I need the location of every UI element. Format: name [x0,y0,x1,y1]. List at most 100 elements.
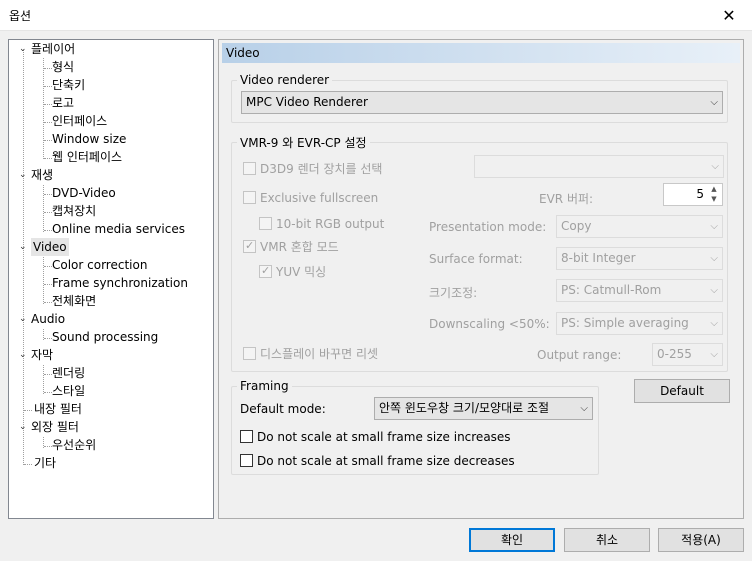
downscaling-select[interactable]: PS: Simple averaging ⌵ [556,312,723,335]
vmr-legend: VMR-9 와 EVR-CP 설정 [240,136,367,150]
tree-line [44,338,52,339]
checkbox-box [243,347,256,360]
close-icon[interactable]: ✕ [706,0,752,31]
tree-item-window-size[interactable]: Window size [52,130,126,148]
options-tree[interactable]: ⌄ 플레이어 형식 단축키 로고 인터페이스 Window size 웹 인터페… [8,39,214,519]
tree-line [44,230,52,231]
tree-line [44,212,52,213]
surface-format-select[interactable]: 8-bit Integer ⌵ [556,247,723,270]
tree-line [23,50,24,465]
tree-item-playback[interactable]: 재생 [31,166,53,184]
tree-item-internal-filters[interactable]: 내장 필터 [34,400,82,418]
tree-item-interface[interactable]: 인터페이스 [52,112,107,130]
tree-line [43,257,44,304]
evr-buffer-value: 5 [696,187,704,201]
tree-item-priority[interactable]: 우선순위 [52,436,96,454]
check-icon: ✓ [261,264,271,277]
no-scale-decrease-label: Do not scale at small frame size decreas… [257,454,515,468]
chevron-down-icon: ⌵ [710,253,718,264]
tree-line [44,122,52,123]
vmr-mix-checkbox[interactable]: ✓ VMR 혼합 모드 [243,239,339,255]
d3d9-checkbox[interactable]: D3D9 렌더 장치를 선택 [243,161,382,177]
rgb10-checkbox[interactable]: 10-bit RGB output [259,216,384,232]
tree-item-audio[interactable]: Audio [31,310,65,328]
chevron-down-icon: ⌵ [710,97,718,108]
collapse-icon[interactable]: ⌄ [19,243,28,252]
collapse-icon[interactable]: ⌄ [19,45,28,54]
resize-value: PS: Catmull-Rom [561,283,662,297]
checkbox-box [240,430,253,443]
apply-button[interactable]: 적용(A) [658,528,744,552]
tree-item-external-filters[interactable]: 외장 필터 [31,418,79,436]
output-range-select[interactable]: 0-255 ⌵ [652,343,723,366]
settings-panel: Video Video renderer MPC Video Renderer … [218,39,744,519]
tree-line [44,140,52,141]
exclusive-fullscreen-label: Exclusive fullscreen [260,191,379,205]
presentation-mode-value: Copy [561,219,592,233]
tree-line [43,58,44,159]
ok-button[interactable]: 확인 [469,528,555,552]
output-range-label: Output range: [537,348,622,362]
tree-item-fullscreen[interactable]: 전체화면 [52,292,96,310]
reset-on-display-change-checkbox[interactable]: 디스플레이 바꾸면 리셋 [243,346,378,362]
tree-item-frame-sync[interactable]: Frame synchronization [52,274,188,292]
collapse-icon[interactable]: ⌄ [19,171,28,180]
tree-line [44,392,52,393]
yuv-mix-checkbox[interactable]: ✓ YUV 믹싱 [259,264,326,280]
resize-label: 크기조정: [429,286,478,300]
default-button[interactable]: Default [634,379,730,403]
exclusive-fullscreen-checkbox[interactable]: Exclusive fullscreen [243,190,378,206]
default-mode-select[interactable]: 안쪽 윈도우창 크기/모양대로 조절 ⌵ [374,397,593,420]
checkbox-box: ✓ [259,264,272,278]
cancel-button[interactable]: 취소 [564,528,650,552]
tree-item-shortcuts[interactable]: 단축키 [52,76,85,94]
tree-line [44,68,52,69]
spin-down-icon[interactable]: ▼ [707,194,721,204]
chevron-down-icon: ⌵ [710,221,718,232]
tree-item-web-interface[interactable]: 웹 인터페이스 [52,148,122,166]
window-title: 옵션 [9,9,32,23]
checkbox-box [240,454,253,467]
tree-item-dvd-video[interactable]: DVD-Video [52,184,116,202]
downscaling-value: PS: Simple averaging [561,316,689,330]
yuv-mix-label: YUV 믹싱 [276,265,327,279]
tree-item-format[interactable]: 형식 [52,58,74,76]
tree-item-logo[interactable]: 로고 [52,94,74,112]
evr-buffer-stepper[interactable]: 5 ▲ ▼ [663,183,723,206]
surface-format-label: Surface format: [429,252,523,266]
tree-item-player[interactable]: 플레이어 [31,40,75,58]
chevron-down-icon: ⌵ [710,285,718,296]
d3d9-device-select[interactable]: ⌵ [474,155,724,178]
chevron-down-icon: ⌵ [710,318,718,329]
surface-format-value: 8-bit Integer [561,251,636,265]
collapse-icon[interactable]: ⌄ [19,423,28,432]
tree-line [43,185,44,232]
no-scale-increase-checkbox[interactable]: Do not scale at small frame size increas… [240,429,511,445]
collapse-icon[interactable]: ⌄ [19,315,28,324]
presentation-mode-select[interactable]: Copy ⌵ [556,215,723,238]
tree-item-subtitles[interactable]: 자막 [31,346,53,364]
checkbox-box: ✓ [243,239,256,253]
tree-item-rendering[interactable]: 렌더링 [52,364,85,382]
tree-line [44,158,52,159]
tree-item-sound-processing[interactable]: Sound processing [52,328,158,346]
tree-line [24,410,32,411]
tree-item-online-media[interactable]: Online media services [52,220,185,238]
reset-label: 디스플레이 바꾸면 리셋 [260,347,379,361]
no-scale-decrease-checkbox[interactable]: Do not scale at small frame size decreas… [240,453,515,469]
renderer-select[interactable]: MPC Video Renderer ⌵ [241,91,723,114]
collapse-icon[interactable]: ⌄ [19,351,28,360]
tree-line [44,266,52,267]
spin-up-icon[interactable]: ▲ [707,184,721,194]
tree-line [43,365,44,394]
tree-item-color-correction[interactable]: Color correction [52,256,147,274]
tree-item-style[interactable]: 스타일 [52,382,85,400]
d3d9-label: D3D9 렌더 장치를 선택 [260,162,383,176]
tree-line [44,86,52,87]
resize-select[interactable]: PS: Catmull-Rom ⌵ [556,279,723,302]
default-mode-label: Default mode: [240,402,326,416]
tree-line [44,284,52,285]
tree-item-capture[interactable]: 캡쳐장치 [52,202,96,220]
tree-item-video[interactable]: Video [31,238,69,256]
tree-item-misc[interactable]: 기타 [34,454,56,472]
